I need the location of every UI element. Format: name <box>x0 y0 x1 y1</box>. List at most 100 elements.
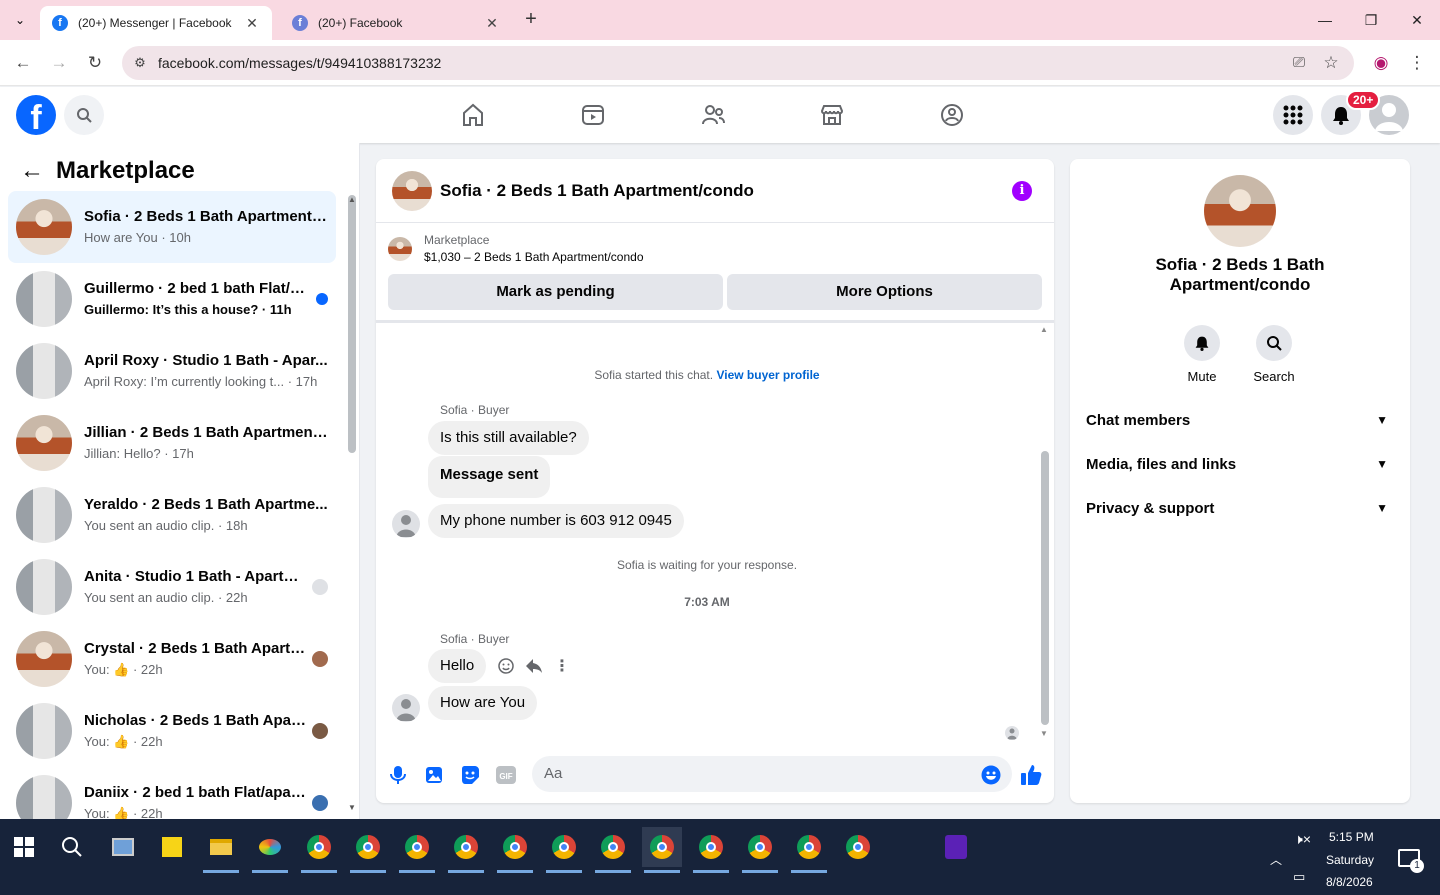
back-arrow-icon[interactable]: ← <box>20 157 56 185</box>
clock-date[interactable]: 8/8/2026 <box>1326 875 1373 889</box>
conversation-item[interactable]: Anita · Studio 1 Bath - Apartm... You sen… <box>8 551 336 623</box>
conversation-item[interactable]: April Roxy · Studio 1 Bath - Apar... Apri… <box>8 335 336 407</box>
react-emoji-icon[interactable] <box>496 656 516 676</box>
bookmark-star-icon[interactable]: ☆ <box>1319 51 1343 75</box>
chrome-window-icon[interactable] <box>544 827 584 873</box>
menu-grid-button[interactable] <box>1273 95 1313 135</box>
home-nav-icon[interactable] <box>459 101 487 129</box>
windows-start-icon[interactable] <box>4 827 44 867</box>
computer-app-icon[interactable] <box>103 827 143 867</box>
show-hidden-icons-chevron[interactable]: ︿ <box>1270 851 1282 868</box>
chrome-window-icon[interactable] <box>299 827 339 873</box>
scroll-down-icon[interactable]: ▼ <box>1040 729 1048 738</box>
maximize-button[interactable]: ❐ <box>1359 8 1383 32</box>
microphone-icon[interactable] <box>387 764 409 786</box>
minimize-button[interactable]: — <box>1313 8 1337 32</box>
close-tab-icon[interactable]: ✕ <box>244 15 260 32</box>
forward-icon[interactable]: → <box>47 51 71 75</box>
message-bubble[interactable]: Hello <box>428 649 487 683</box>
friends-nav-icon[interactable] <box>699 101 727 129</box>
marketplace-nav-icon[interactable] <box>818 101 846 129</box>
close-window-button[interactable]: ✕ <box>1405 8 1429 32</box>
close-tab-icon[interactable]: ✕ <box>484 15 500 32</box>
attach-photo-icon[interactable] <box>423 764 445 786</box>
facebook-search-button[interactable] <box>64 95 104 135</box>
chrome-window-icon[interactable] <box>593 827 633 873</box>
more-actions-icon[interactable]: ⋮ <box>552 656 572 676</box>
back-icon[interactable]: ← <box>11 51 35 75</box>
conversation-item[interactable]: Nicholas · 2 Beds 1 Bath Apart... You: 👍 … <box>8 695 336 767</box>
conversation-item[interactable]: Guillermo · 2 bed 1 bath Flat/a... Guille… <box>8 263 336 335</box>
conversation-item[interactable]: Sofia · 2 Beds 1 Bath Apartment/... How a… <box>8 191 336 263</box>
mute-button[interactable]: Mute <box>1172 325 1232 384</box>
conversation-item[interactable]: Yeraldo · 2 Beds 1 Bath Apartme... You se… <box>8 479 336 551</box>
clock-time[interactable]: 5:15 PM <box>1329 830 1374 844</box>
facebook-logo-icon[interactable]: f <box>16 95 56 135</box>
message-bubble[interactable]: My phone number is 603 912 0945 <box>428 504 684 538</box>
profile-icon[interactable]: ◉ <box>1369 51 1393 75</box>
sender-avatar[interactable] <box>392 694 420 722</box>
file-explorer-icon[interactable] <box>201 827 241 873</box>
chrome-window-icon[interactable] <box>838 827 878 867</box>
install-app-icon[interactable]: ⎚ <box>1287 51 1311 75</box>
privacy-support-section[interactable]: Privacy & support ▼ <box>1086 496 1394 520</box>
chat-title[interactable]: Sofia · 2 Beds 1 Bath Apartment/condo <box>440 181 1012 201</box>
reply-icon[interactable] <box>524 656 544 676</box>
reload-icon[interactable]: ↻ <box>83 51 107 75</box>
mark-as-pending-button[interactable]: Mark as pending <box>388 274 723 310</box>
new-tab-button[interactable]: + <box>520 8 542 30</box>
site-settings-icon[interactable]: ⚙ <box>122 55 158 71</box>
browser-menu-icon[interactable]: ⋮ <box>1405 51 1429 75</box>
sender-avatar[interactable] <box>392 510 420 538</box>
scrollbar[interactable] <box>348 195 356 453</box>
emoji-icon[interactable] <box>980 764 1002 786</box>
chrome-window-icon[interactable] <box>691 827 731 873</box>
chrome-window-icon[interactable] <box>397 827 437 873</box>
chrome-window-icon[interactable] <box>642 827 682 873</box>
chat-members-section[interactable]: Chat members ▼ <box>1086 408 1394 432</box>
message-bubble[interactable]: Message sent <box>428 456 551 498</box>
listing-summary[interactable]: Marketplace $1,030 – 2 Beds 1 Bath Apart… <box>388 233 644 264</box>
media-files-links-section[interactable]: Media, files and links ▼ <box>1086 452 1394 476</box>
sticky-notes-icon[interactable] <box>152 827 192 867</box>
chrome-window-icon[interactable] <box>446 827 486 873</box>
message-input[interactable]: Aa <box>532 756 1012 792</box>
scroll-up-icon[interactable]: ▲ <box>348 195 356 204</box>
volume-muted-icon[interactable]: 🕨× <box>1294 831 1311 848</box>
conversation-item[interactable]: Daniix · 2 bed 1 bath Flat/apar... You: 👍… <box>8 767 336 819</box>
chrome-window-icon[interactable] <box>348 827 388 873</box>
network-icon[interactable]: ▭ <box>1293 869 1305 885</box>
address-bar[interactable]: ⚙ facebook.com/messages/t/94941038817323… <box>122 46 1354 80</box>
more-options-button[interactable]: More Options <box>727 274 1042 310</box>
clock-day[interactable]: Saturday <box>1326 853 1374 867</box>
video-nav-icon[interactable] <box>579 101 607 129</box>
tab-messenger[interactable]: f (20+) Messenger | Facebook ✕ <box>40 6 272 40</box>
gif-icon[interactable]: GIF <box>495 764 517 786</box>
conversation-item[interactable]: Jillian · 2 Beds 1 Bath Apartment... Jill… <box>8 407 336 479</box>
contact-avatar[interactable] <box>1204 175 1276 247</box>
chrome-window-icon[interactable] <box>740 827 780 873</box>
chrome-window-icon[interactable] <box>495 827 535 873</box>
conversation-item[interactable]: Crystal · 2 Beds 1 Bath Apartm... You: 👍 … <box>8 623 336 695</box>
scroll-up-icon[interactable]: ▲ <box>1040 325 1048 334</box>
sticker-icon[interactable] <box>459 764 481 786</box>
purple-app-icon[interactable] <box>936 827 976 867</box>
chat-avatar[interactable] <box>392 170 432 211</box>
conversation-text: Sofia · 2 Beds 1 Bath Apartment/... How a… <box>84 207 328 247</box>
tab-facebook[interactable]: f (20+) Facebook ✕ <box>280 6 512 40</box>
view-buyer-profile-link[interactable]: View buyer profile <box>716 368 819 382</box>
gaming-nav-icon[interactable] <box>938 101 966 129</box>
tab-search-icon[interactable]: ⌄ <box>8 8 32 32</box>
taskbar-search-icon[interactable] <box>52 827 92 867</box>
panel-title: Marketplace <box>56 157 195 184</box>
chrome-window-icon[interactable] <box>789 827 829 873</box>
info-icon[interactable]: i <box>1012 180 1032 201</box>
scrollbar[interactable] <box>1041 451 1049 725</box>
message-bubble[interactable]: Is this still available? <box>428 421 589 455</box>
listing-description: $1,030 – 2 Beds 1 Bath Apartment/condo <box>424 250 644 264</box>
like-thumb-icon[interactable] <box>1020 764 1042 786</box>
search-in-chat-button[interactable]: Search <box>1244 325 1304 384</box>
scroll-down-icon[interactable]: ▼ <box>348 803 356 812</box>
message-bubble[interactable]: How are You <box>428 686 538 720</box>
paint-app-icon[interactable] <box>250 827 290 873</box>
